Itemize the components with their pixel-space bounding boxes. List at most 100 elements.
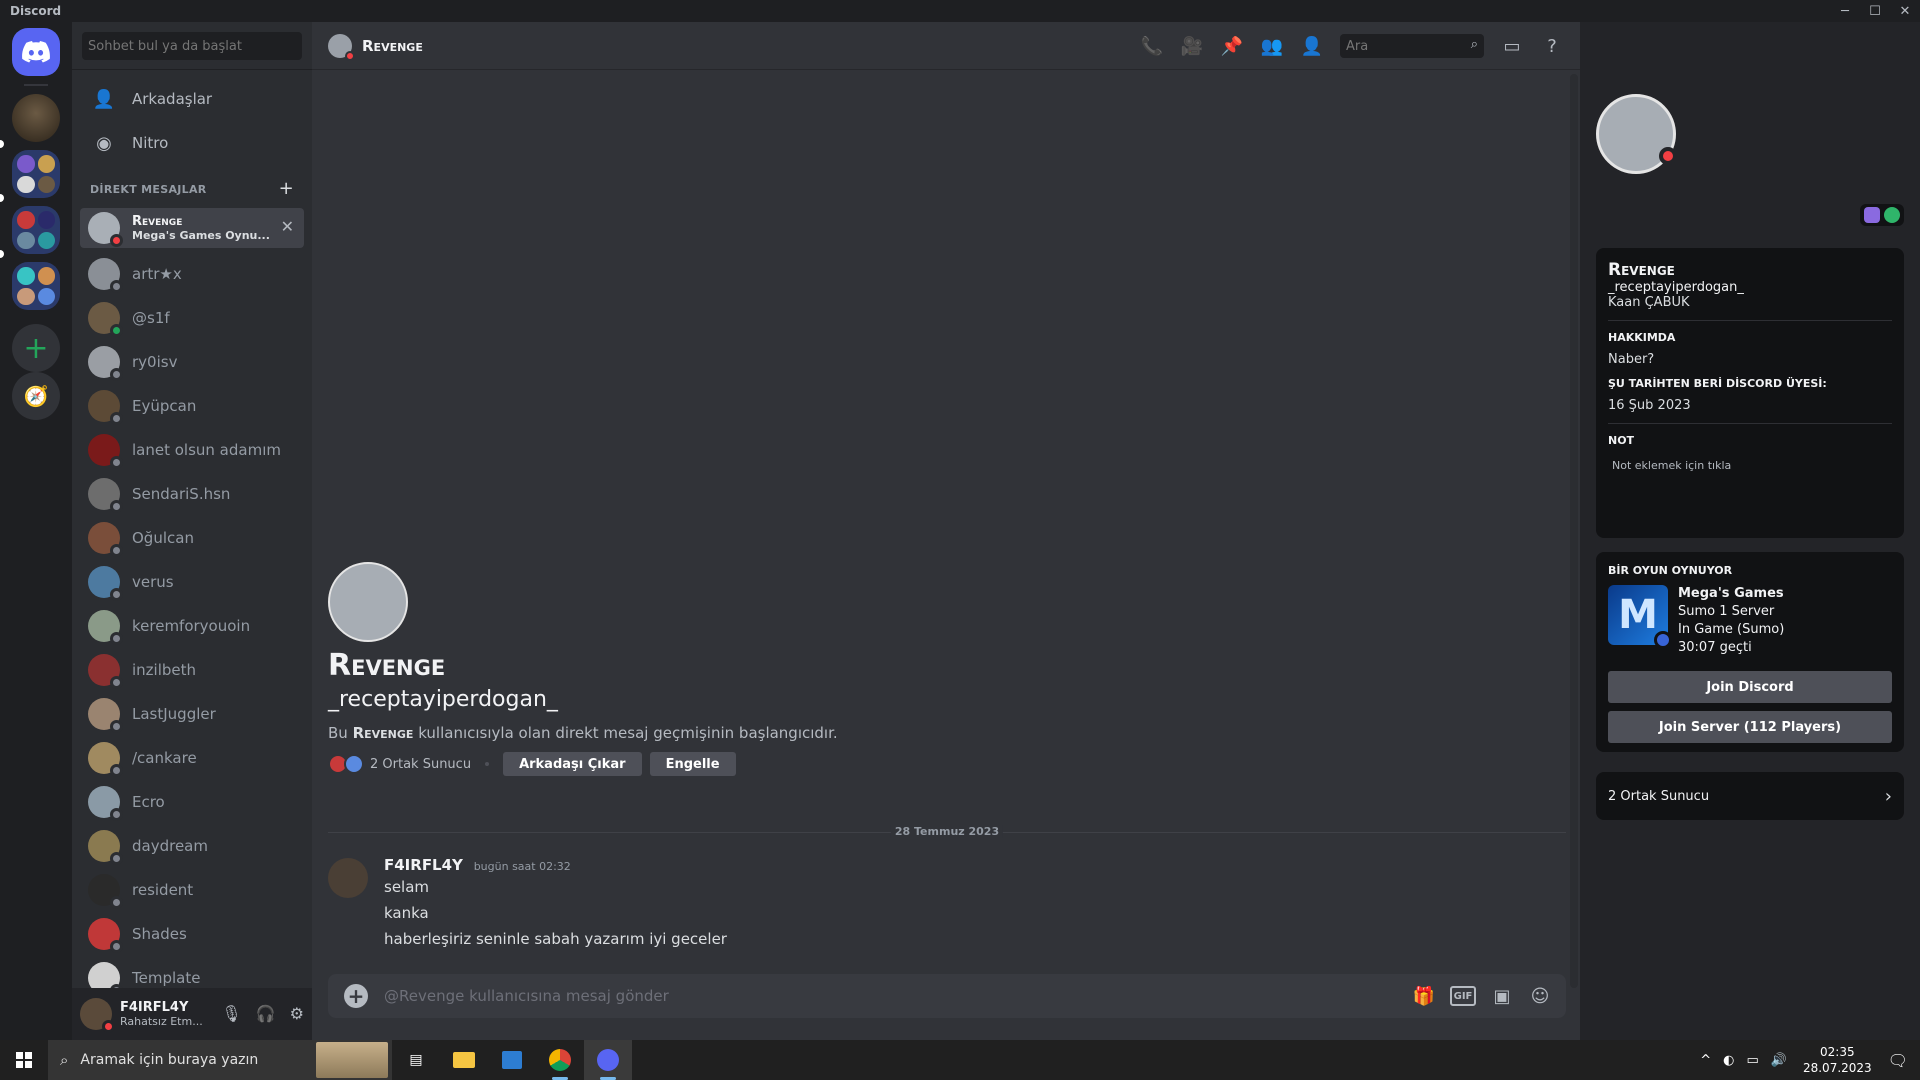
dm-item[interactable]: verus bbox=[80, 560, 304, 604]
dm-item[interactable]: Ecro bbox=[80, 780, 304, 824]
gift-icon[interactable]: 🎁 bbox=[1412, 984, 1436, 1008]
dm-sidebar: 👤 Arkadaşlar ◉ Nitro DİREKT MESAJLAR + R… bbox=[72, 22, 312, 1040]
block-button[interactable]: Engelle bbox=[649, 752, 736, 776]
dm-item[interactable]: SendariS.hsn bbox=[80, 472, 304, 516]
status-indicator-icon bbox=[110, 588, 123, 601]
mutual-server-icons[interactable] bbox=[328, 754, 364, 774]
user-avatar[interactable] bbox=[80, 998, 115, 1033]
dm-item[interactable]: Revenge Mega's Games Oynu... ✕ bbox=[80, 208, 304, 248]
add-friend-icon[interactable]: 👥 bbox=[1260, 34, 1284, 58]
close-button[interactable]: ✕ bbox=[1890, 0, 1920, 22]
message-line: haberleşiriz seninle sabah yazarım iyi g… bbox=[384, 930, 727, 948]
note-input[interactable]: Not eklemek için tıkla bbox=[1608, 455, 1892, 476]
rail-separator bbox=[24, 84, 48, 86]
message-line: kanka bbox=[384, 904, 429, 922]
server-folder[interactable] bbox=[12, 206, 60, 254]
dnd-status-icon bbox=[102, 1020, 115, 1033]
notification-icon[interactable]: 🗨 bbox=[1888, 1051, 1908, 1070]
voice-call-icon[interactable]: 📞 bbox=[1140, 34, 1164, 58]
discord-taskbar-button[interactable] bbox=[584, 1040, 632, 1080]
gif-button[interactable]: GIF bbox=[1450, 986, 1476, 1006]
task-view-button[interactable]: ▤ bbox=[392, 1040, 440, 1080]
message-composer: + 🎁 GIF ▣ ☺ bbox=[328, 974, 1566, 1018]
close-dm-icon[interactable]: ✕ bbox=[281, 217, 294, 236]
server-icon[interactable] bbox=[12, 94, 60, 142]
status-indicator-icon bbox=[110, 412, 123, 425]
windows-start-button[interactable] bbox=[0, 1040, 48, 1080]
inbox-icon[interactable]: ▭ bbox=[1500, 34, 1524, 58]
dm-item[interactable]: Eyüpcan bbox=[80, 384, 304, 428]
settings-gear-icon[interactable]: ⚙ bbox=[290, 1004, 304, 1023]
chat-topbar: Revenge 📞 🎥 📌 👥 👤 ⌕ ▭ ? bbox=[312, 22, 1580, 70]
nav-nitro[interactable]: ◉ Nitro bbox=[80, 122, 304, 164]
status-indicator-icon bbox=[110, 720, 123, 733]
user-panel: F4IRFL4Y Rahatsız Etm... 🎙 🎧 ⚙ bbox=[72, 988, 312, 1040]
attach-plus-icon[interactable]: + bbox=[344, 984, 368, 1008]
windows-taskbar: ⌕ Aramak için buraya yazın ▤ ^ ◐ ▭ 🔊 02:… bbox=[0, 1040, 1920, 1080]
dm-item[interactable]: /cankare bbox=[80, 736, 304, 780]
dm-item[interactable]: Shades bbox=[80, 912, 304, 956]
sticker-icon[interactable]: ▣ bbox=[1490, 984, 1514, 1008]
join-discord-button[interactable]: Join Discord bbox=[1608, 671, 1892, 703]
server-folder[interactable] bbox=[12, 150, 60, 198]
store-button[interactable] bbox=[488, 1040, 536, 1080]
video-call-icon[interactable]: 🎥 bbox=[1180, 34, 1204, 58]
taskbar-search[interactable]: ⌕ Aramak için buraya yazın bbox=[48, 1040, 392, 1080]
dm-item[interactable]: daydream bbox=[80, 824, 304, 868]
chat-scrollbar[interactable] bbox=[1570, 74, 1578, 988]
microphone-icon[interactable]: 🎙 bbox=[221, 1004, 241, 1023]
dm-avatar bbox=[88, 654, 123, 689]
discord-tray-icon[interactable]: ◐ bbox=[1723, 1053, 1734, 1068]
message-author[interactable]: F4IRFL4Y bbox=[384, 856, 463, 874]
unread-pill bbox=[0, 250, 4, 258]
file-explorer-button[interactable] bbox=[440, 1040, 488, 1080]
dm-item[interactable]: inzilbeth bbox=[80, 648, 304, 692]
clock[interactable]: 02:35 28.07.2023 bbox=[1803, 1044, 1872, 1076]
message-input[interactable] bbox=[384, 987, 1412, 1005]
chevron-up-icon[interactable]: ^ bbox=[1700, 1053, 1711, 1068]
home-button[interactable] bbox=[12, 28, 60, 76]
message-avatar[interactable] bbox=[328, 858, 368, 898]
minimize-button[interactable]: ─ bbox=[1830, 0, 1860, 22]
mutual-servers-card[interactable]: 2 Ortak Sunucu › bbox=[1596, 772, 1904, 820]
dm-item[interactable]: Oğulcan bbox=[80, 516, 304, 560]
dm-item[interactable]: LastJuggler bbox=[80, 692, 304, 736]
dm-item[interactable]: ry0isv bbox=[80, 340, 304, 384]
dm-avatar bbox=[88, 478, 123, 513]
help-icon[interactable]: ? bbox=[1540, 34, 1564, 58]
hypesquad-badge-icon[interactable] bbox=[1864, 207, 1880, 223]
network-icon[interactable]: ▭ bbox=[1746, 1053, 1758, 1068]
remove-friend-button[interactable]: Arkadaşı Çıkar bbox=[503, 752, 642, 776]
user-profile-icon[interactable]: 👤 bbox=[1300, 34, 1324, 58]
dm-item[interactable]: resident bbox=[80, 868, 304, 912]
maximize-button[interactable]: ☐ bbox=[1860, 0, 1890, 22]
chat-title[interactable]: Revenge bbox=[362, 37, 423, 55]
create-dm-button[interactable]: + bbox=[279, 178, 294, 199]
dm-item[interactable]: lanet olsun adamım bbox=[80, 428, 304, 472]
nav-friends[interactable]: 👤 Arkadaşlar bbox=[80, 78, 304, 120]
dm-search-input[interactable] bbox=[82, 32, 302, 60]
volume-icon[interactable]: 🔊 bbox=[1771, 1053, 1787, 1068]
server-folder[interactable] bbox=[12, 262, 60, 310]
add-server-button[interactable]: + bbox=[12, 324, 60, 372]
pin-icon[interactable]: 📌 bbox=[1220, 34, 1244, 58]
dm-avatar bbox=[88, 786, 123, 821]
headphones-icon[interactable]: 🎧 bbox=[256, 1004, 276, 1023]
dm-item[interactable]: keremforyouoin bbox=[80, 604, 304, 648]
status-indicator-icon bbox=[110, 368, 123, 381]
activity-title: BİR OYUN OYNUYOR bbox=[1608, 564, 1733, 577]
dm-intro: Revenge _receptayiperdogan_ Bu Revenge k… bbox=[328, 562, 838, 776]
explore-button[interactable]: 🧭 bbox=[12, 372, 60, 420]
status-indicator-icon bbox=[110, 324, 123, 337]
dm-avatar bbox=[88, 698, 123, 733]
profile-avatar[interactable] bbox=[1596, 94, 1677, 174]
dm-item[interactable]: @s1f bbox=[80, 296, 304, 340]
active-developer-badge-icon[interactable] bbox=[1884, 207, 1900, 223]
dm-item[interactable]: artr★x bbox=[80, 252, 304, 296]
search-icon: ⌕ bbox=[60, 1051, 69, 1069]
emoji-icon[interactable]: ☺ bbox=[1528, 984, 1552, 1008]
mutual-servers-link[interactable]: 2 Ortak Sunucu bbox=[370, 757, 471, 772]
chat-search-input[interactable] bbox=[1340, 34, 1484, 58]
chrome-button[interactable] bbox=[536, 1040, 584, 1080]
join-server-button[interactable]: Join Server (112 Players) bbox=[1608, 711, 1892, 743]
